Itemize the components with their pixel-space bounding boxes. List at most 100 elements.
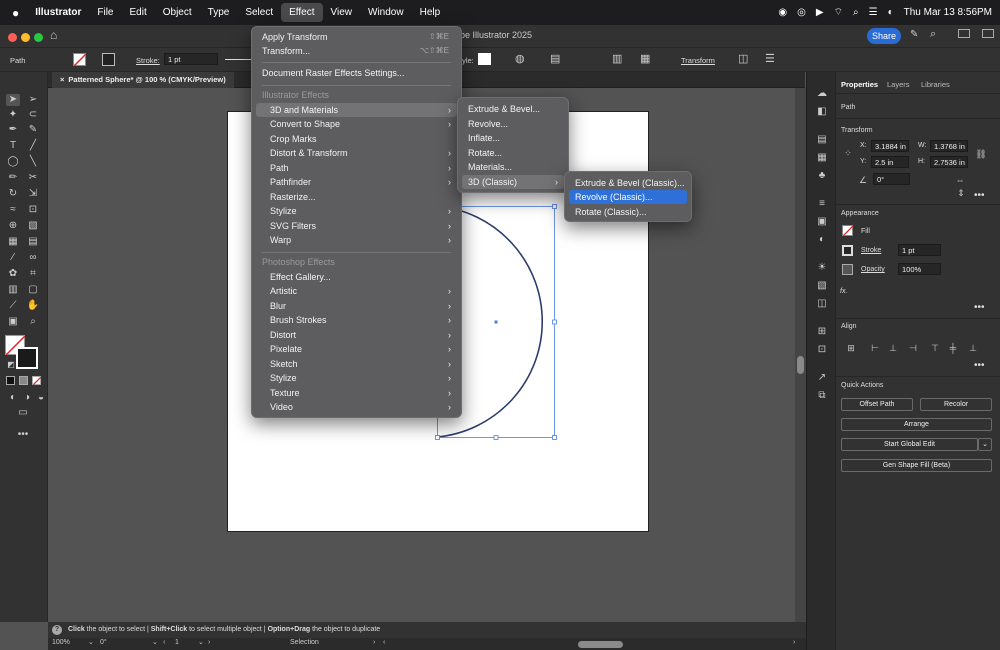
menu-item-inflate[interactable]: Inflate... [462,131,564,145]
menu-edit[interactable]: Edit [122,0,155,25]
scale-tool-icon[interactable]: ⇲ [26,188,40,200]
mesh-tool-icon[interactable]: ⌗ [26,268,40,280]
stroke-weight-field[interactable]: 1 pt [164,53,218,65]
menu-item-revolve[interactable]: Revolve... [462,117,564,131]
offset-path-button[interactable]: Offset Path [841,398,913,411]
gradient-tool-icon[interactable]: ▤ [26,236,40,248]
menu-item-rotate[interactable]: Rotate... [462,146,564,160]
blend-tool-icon[interactable]: ∞ [26,252,40,264]
menu-item-crop-marks[interactable]: Crop Marks [256,132,457,146]
symbols-icon[interactable]: ♣ [815,170,829,182]
perspective-grid-tool-icon[interactable]: ▦ [6,236,20,248]
shape-builder-tool-icon[interactable]: ⊕ [6,220,20,232]
none-mode-icon[interactable] [32,376,41,385]
symbol-sprayer-tool-icon[interactable]: ✿ [6,268,20,280]
rotate-view-angle[interactable]: 0° [100,639,107,646]
creative-cloud-icon[interactable]: ◉ [778,7,787,18]
constrain-proportions-icon[interactable]: ⛓ [974,148,988,160]
pen-icon[interactable]: ✎ [910,29,918,40]
menu-item-rotate-classic[interactable]: Rotate (Classic)... [569,205,687,219]
align-middle-icon[interactable]: ╪ [946,342,960,354]
reference-point-icon[interactable]: ⁘ [841,147,855,159]
menu-item-effect-gallery[interactable]: Effect Gallery... [256,270,457,284]
help-icon[interactable]: ? [52,625,62,635]
previous-artboard-icon[interactable]: ‹ [163,639,165,646]
siri-icon[interactable]: ◐ [888,7,894,18]
zoom-tool-icon[interactable]: ⌕ [26,316,40,328]
menu-item-stylize-ps[interactable]: Stylize › [256,371,457,385]
lasso-tool-icon[interactable]: ⊂ [26,109,40,121]
menu-item-3d-classic[interactable]: 3D (Classic) › [462,175,564,189]
record-icon[interactable]: ◎ [797,7,806,18]
stroke-weight-field[interactable]: 1 pt [898,244,941,256]
zoom-window-button[interactable] [34,33,43,42]
transform-link[interactable]: Transform [681,56,715,65]
type-tool-icon[interactable]: T [6,140,20,152]
pencil-tool-icon[interactable]: ✏ [6,172,20,184]
gen-shape-fill-button[interactable]: Gen Shape Fill (Beta) [841,459,992,472]
paintbrush-tool-icon[interactable]: ╲ [26,156,40,168]
live-paint-tool-icon[interactable]: ▧ [26,220,40,232]
chevron-down-icon[interactable]: ⌄ [978,438,992,451]
fx-button[interactable]: fx. [840,288,847,295]
color-mode-icon[interactable] [6,376,15,385]
control-center-icon[interactable]: ☰ [869,7,878,18]
distribute-icon[interactable]: ▥ [612,52,622,65]
width-field[interactable]: 1.3768 in [930,140,968,152]
tab-libraries[interactable]: Libraries [921,80,950,89]
rotate-tool-icon[interactable]: ↻ [6,188,20,200]
more-tools-icon[interactable]: ••• [16,429,30,441]
menu-item-svg-filters[interactable]: SVG Filters › [256,219,457,233]
grid-icon[interactable]: ▦ [640,52,650,65]
magic-wand-tool-icon[interactable]: ✦ [6,109,20,121]
workspace-icon[interactable] [958,29,970,38]
tab-layers[interactable]: Layers [887,80,910,89]
menu-item-sketch[interactable]: Sketch › [256,357,457,371]
play-icon[interactable]: ▶ [816,7,824,18]
direct-selection-tool-icon[interactable]: ➢ [26,94,40,106]
stroke-label[interactable]: Stroke: [136,56,160,65]
menu-help[interactable]: Help [412,0,449,25]
align-top-icon[interactable]: ⊤ [928,342,942,354]
asset-export-icon[interactable]: ↗ [815,372,829,384]
stroke-color-icon[interactable] [16,347,38,369]
menu-item-pathfinder[interactable]: Pathfinder › [256,175,457,189]
menu-item-warp[interactable]: Warp › [256,233,457,247]
more-options-icon[interactable]: ••• [974,360,985,371]
document-tab[interactable]: × Patterned Sphere* @ 100 % (CMYK/Preview… [52,72,234,88]
menu-item-stylize[interactable]: Stylize › [256,204,457,218]
align-center-icon[interactable]: ⊥ [886,342,900,354]
share-button[interactable]: Share [867,28,901,44]
appearance-panel-icon[interactable]: ☀ [815,262,829,274]
scroll-left-icon[interactable]: ‹ [383,639,385,646]
menu-item-rasterize[interactable]: Rasterize... [256,190,457,204]
chevron-down-icon[interactable]: ⌄ [88,638,94,646]
recolor-button[interactable]: Recolor [920,398,992,411]
menu-file[interactable]: File [89,0,121,25]
options-icon[interactable]: ☰ [765,52,775,65]
graphic-styles-icon[interactable]: ▧ [815,280,829,292]
style-swatch[interactable] [478,53,491,65]
menu-item-blur[interactable]: Blur › [256,299,457,313]
align-to-icon[interactable]: ⊞ [844,342,858,354]
opacity-field[interactable]: 100% [898,263,941,275]
menu-item-pixelate[interactable]: Pixelate › [256,342,457,356]
menu-item-extrude-bevel[interactable]: Extrude & Bevel... [462,102,564,116]
horizontal-scrollbar-thumb[interactable] [578,641,623,648]
angle-field[interactable]: 0° [873,173,910,185]
gradient-mode-icon[interactable] [19,376,28,385]
selection-tool-icon[interactable]: ➤ [6,94,20,106]
stroke-swatch[interactable] [102,53,115,66]
draw-mode-icon[interactable]: ◐ [6,392,20,404]
search-icon[interactable]: ⌕ [853,7,859,18]
fill-swatch[interactable] [73,53,86,66]
close-tab-icon[interactable]: × [60,75,64,84]
pen-tool-icon[interactable]: ✒ [6,124,20,136]
menu-item-convert-to-shape[interactable]: Convert to Shape › [256,117,457,131]
menu-app[interactable]: Illustrator [27,0,89,25]
menu-item-texture[interactable]: Texture › [256,386,457,400]
search-icon[interactable]: ⌕ [930,28,936,41]
eyedropper-tool-icon[interactable]: ⁄ [6,252,20,264]
chevron-down-icon[interactable]: ⌄ [152,638,158,646]
scissors-tool-icon[interactable]: ✂ [26,172,40,184]
